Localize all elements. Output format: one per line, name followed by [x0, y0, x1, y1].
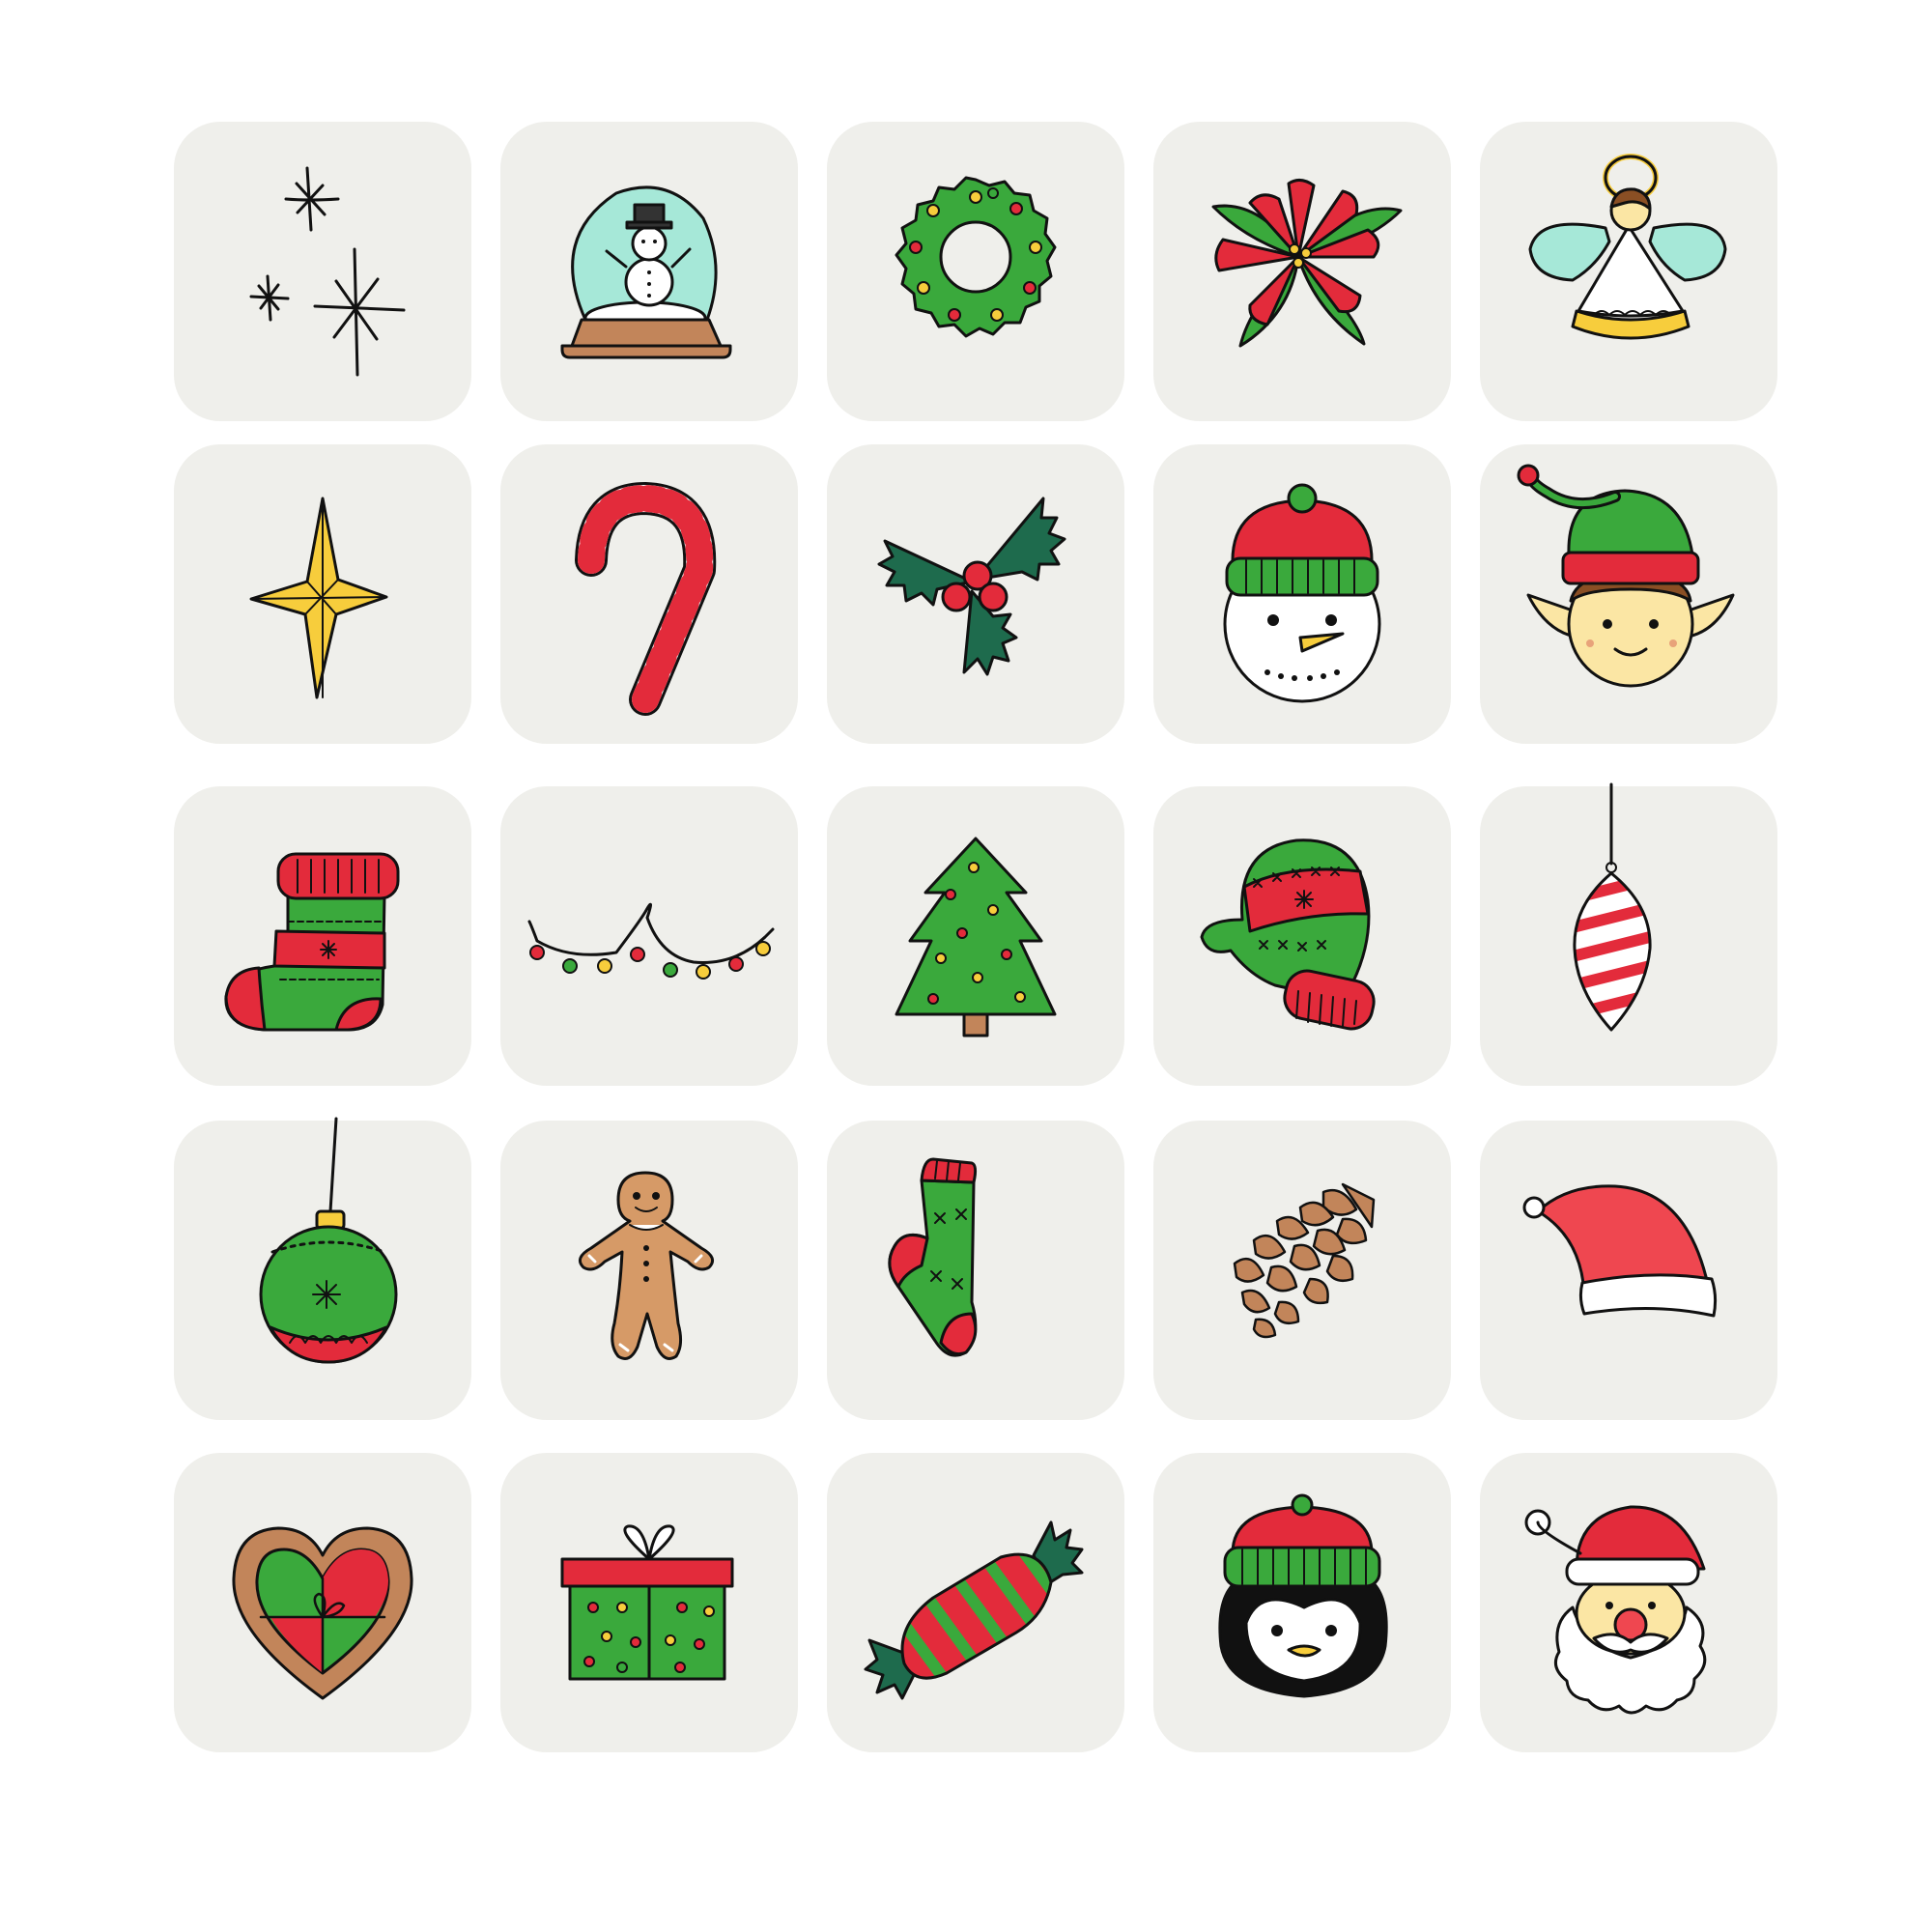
sparkles-icon	[249, 166, 406, 377]
tile-gingerbread-heart[interactable]	[174, 1453, 471, 1752]
wrapped-candy-icon	[864, 1520, 1084, 1700]
gingerbread-man-icon	[578, 1171, 715, 1360]
tile-santa-face[interactable]	[1480, 1453, 1777, 1752]
santa-face-icon	[1524, 1505, 1707, 1715]
star-icon	[249, 497, 388, 699]
holly-icon	[877, 497, 1066, 676]
tile-mitten[interactable]	[1153, 786, 1451, 1086]
bauble-ornament-icon	[259, 1117, 398, 1364]
tile-snowman-face[interactable]	[1153, 444, 1451, 744]
tile-candy-cane[interactable]	[500, 444, 798, 744]
pine-cone-icon	[1233, 1182, 1376, 1339]
tile-sparkles[interactable]	[174, 122, 471, 421]
tile-wreath[interactable]	[827, 122, 1124, 421]
poinsettia-icon	[1211, 179, 1403, 348]
tile-stocking[interactable]	[174, 786, 471, 1086]
elf-face-icon	[1517, 464, 1735, 688]
tile-holly[interactable]	[827, 444, 1124, 744]
tile-christmas-tree[interactable]	[827, 786, 1124, 1086]
tile-penguin-face[interactable]	[1153, 1453, 1451, 1752]
angel-icon	[1528, 154, 1727, 340]
candy-cane-icon	[575, 482, 717, 716]
stocking-icon	[224, 852, 400, 1032]
wreath-icon	[895, 176, 1057, 338]
sock-icon	[888, 1157, 978, 1357]
snowman-face-icon	[1223, 483, 1381, 703]
tile-elf-face[interactable]	[1480, 444, 1777, 744]
tile-string-lights[interactable]	[500, 786, 798, 1086]
tile-santa-hat[interactable]	[1480, 1121, 1777, 1420]
tile-pine-cone[interactable]	[1153, 1121, 1451, 1420]
tile-wrapped-candy[interactable]	[827, 1453, 1124, 1752]
christmas-tree-icon	[895, 837, 1057, 1037]
tile-poinsettia[interactable]	[1153, 122, 1451, 421]
tile-gingerbread-man[interactable]	[500, 1121, 798, 1420]
tile-snow-globe[interactable]	[500, 122, 798, 421]
string-lights-icon	[527, 902, 775, 980]
striped-ornament-icon	[1573, 782, 1652, 1032]
gingerbread-heart-icon	[232, 1526, 413, 1700]
tile-striped-ornament[interactable]	[1480, 782, 1777, 1086]
tile-sock[interactable]	[827, 1121, 1124, 1420]
tile-gift-box[interactable]	[500, 1453, 798, 1752]
santa-hat-icon	[1522, 1184, 1718, 1318]
tile-bauble[interactable]	[174, 1117, 471, 1420]
penguin-face-icon	[1218, 1493, 1388, 1698]
snow-globe-icon	[560, 185, 732, 359]
gift-box-icon	[560, 1524, 734, 1681]
mitten-icon	[1200, 838, 1376, 1031]
tile-angel[interactable]	[1480, 122, 1777, 421]
tile-star[interactable]	[174, 444, 471, 744]
